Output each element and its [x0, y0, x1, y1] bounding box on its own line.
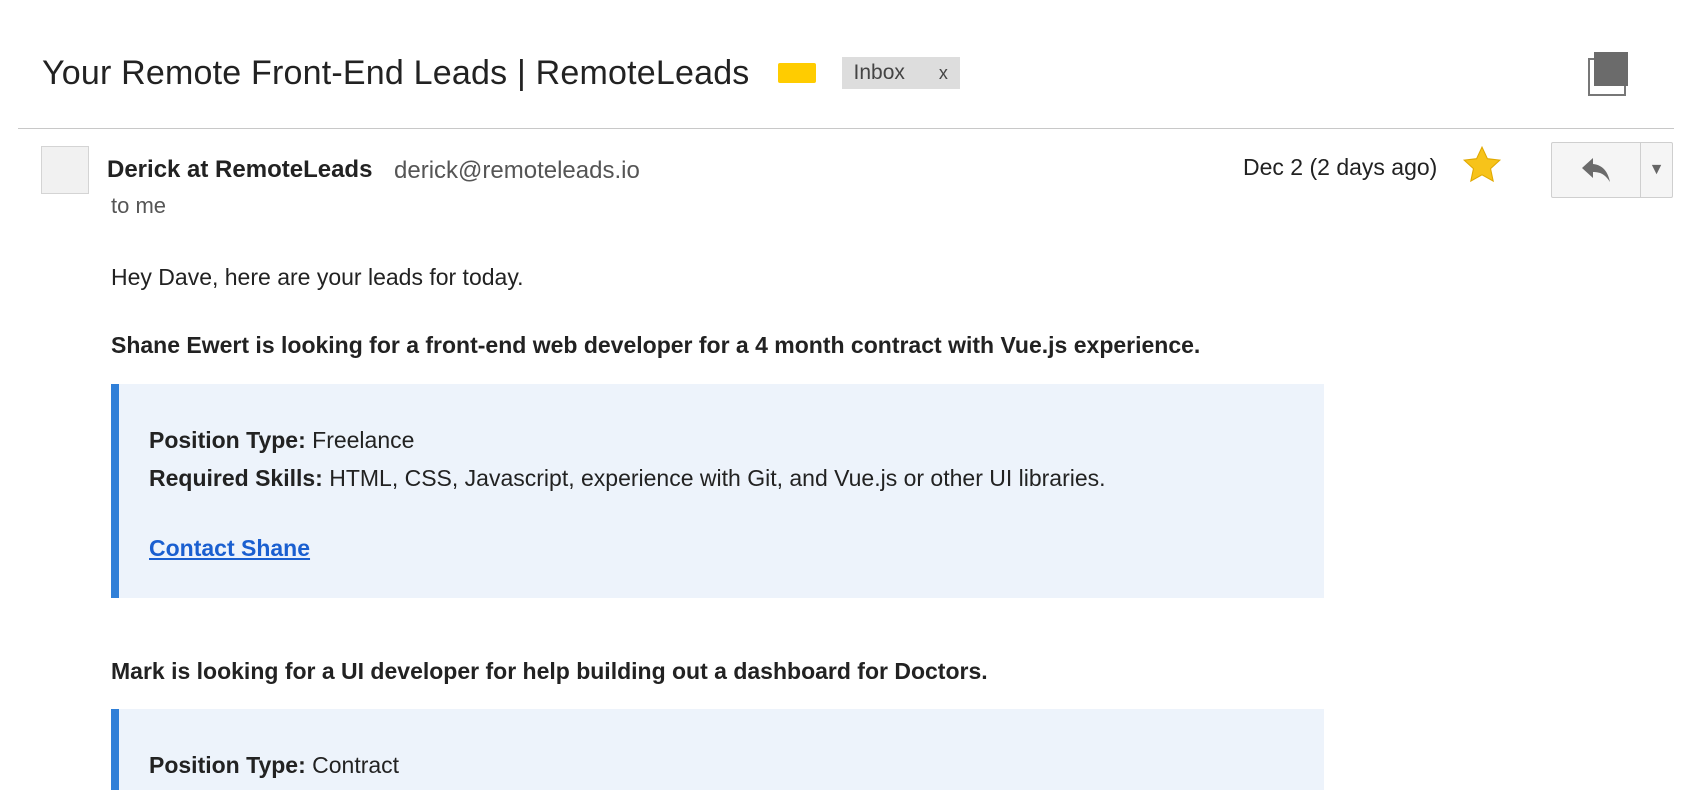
- inbox-label-text: Inbox: [853, 61, 905, 84]
- contact-link[interactable]: Contact Shane: [149, 535, 310, 562]
- reply-button[interactable]: [1552, 143, 1641, 197]
- position-type-value: Contract: [312, 752, 400, 778]
- star-icon[interactable]: [1461, 144, 1503, 186]
- position-type-label: Position Type:: [149, 752, 306, 778]
- position-type-line: Position Type: Contract: [149, 746, 1324, 784]
- subject-row: Your Remote Front-End Leads | RemoteLead…: [42, 50, 960, 96]
- more-actions-button[interactable]: ▼: [1641, 143, 1672, 197]
- required-skills-value: HTML, CSS, Javascript, experience with G…: [329, 465, 1106, 491]
- position-type-line: Position Type: Freelance: [149, 421, 1324, 459]
- recipient-line[interactable]: to me: [111, 193, 166, 219]
- message-date: Dec 2 (2 days ago): [1243, 154, 1438, 180]
- lead-card: Position Type: Contract: [111, 709, 1324, 790]
- importance-label-icon[interactable]: [777, 63, 816, 83]
- print-all-icon[interactable]: [1588, 52, 1628, 96]
- required-skills-label: Required Skills:: [149, 465, 323, 491]
- remove-label-button[interactable]: x: [939, 63, 948, 84]
- sender-email: derick@remoteleads.io: [394, 157, 640, 184]
- sender-avatar[interactable]: [41, 146, 89, 194]
- print-icon-front-sheet: [1594, 52, 1628, 86]
- reply-icon: [1582, 158, 1610, 182]
- reply-button-group: ▼: [1551, 142, 1673, 198]
- sender-name[interactable]: Derick at RemoteLeads: [107, 156, 372, 184]
- email-subject: Your Remote Front-End Leads | RemoteLead…: [42, 53, 750, 92]
- inbox-label-chip[interactable]: Inbox x: [841, 57, 960, 89]
- required-skills-line: Required Skills: HTML, CSS, Javascript, …: [149, 459, 1324, 497]
- position-type-value: Freelance: [312, 427, 415, 453]
- position-type-label: Position Type:: [149, 427, 306, 453]
- lead-headline: Shane Ewert is looking for a front-end w…: [111, 332, 1201, 358]
- header-divider: [18, 128, 1674, 129]
- lead-headline: Mark is looking for a UI developer for h…: [111, 658, 988, 684]
- email-view: Your Remote Front-End Leads | RemoteLead…: [0, 0, 1706, 790]
- greeting-text: Hey Dave, here are your leads for today.: [111, 264, 524, 290]
- lead-card: Position Type: Freelance Required Skills…: [111, 384, 1324, 598]
